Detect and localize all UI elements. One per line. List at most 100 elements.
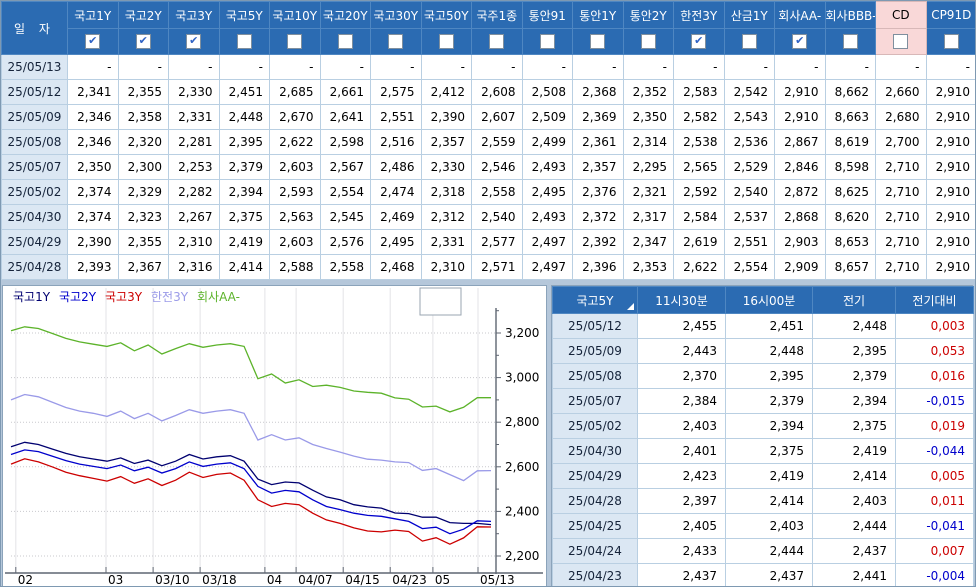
column-checkbox-ktb2y[interactable]: ✔ [135, 34, 151, 49]
date-cell[interactable]: 25/05/12 [1, 79, 68, 105]
yield-value-cell: 2,910 [925, 204, 975, 230]
date-cell[interactable]: 25/05/02 [1, 179, 68, 205]
time1600-cell: 2,444 [725, 538, 813, 564]
column-header-ktb5y[interactable]: 국고5Y [218, 1, 270, 29]
date-cell[interactable]: 25/04/29 [1, 229, 68, 255]
column-checkbox-ktb3y[interactable]: ✔ [186, 34, 202, 49]
column-header-cd[interactable]: CD [875, 1, 927, 29]
yield-value-cell: 2,374 [67, 204, 119, 230]
intraday-header-1[interactable]: 11시30분 [637, 286, 726, 314]
column-checkbox-msb2y[interactable] [640, 34, 656, 49]
x-tick-label: 05/13 [480, 573, 515, 586]
change-cell: 0,016 [895, 363, 974, 389]
column-header-ktb50y[interactable]: 국고50Y [420, 1, 472, 29]
column-checkbox-kdb1y[interactable] [741, 34, 757, 49]
date-cell[interactable]: 25/04/28 [552, 488, 638, 514]
column-checkbox-cp91d[interactable] [943, 34, 959, 49]
column-header-ktb1y[interactable]: 국고1Y [67, 1, 119, 29]
time1130-cell: 2,423 [637, 463, 726, 489]
date-cell[interactable]: 25/05/02 [552, 413, 638, 439]
intraday-header-2[interactable]: 16시00분 [725, 286, 813, 314]
column-header-cp91d[interactable]: CP91D [925, 1, 975, 29]
date-cell[interactable]: 25/04/29 [552, 463, 638, 489]
column-checkbox-msb1y[interactable] [590, 34, 606, 49]
date-cell[interactable]: 25/04/28 [1, 254, 68, 280]
column-header-ktb20y[interactable]: 국고20Y [319, 1, 371, 29]
column-header-msb91[interactable]: 통안91 [521, 1, 573, 29]
prev-cell: 2,437 [812, 538, 896, 564]
yield-value-cell: 2,392 [572, 229, 624, 255]
column-checkbox-corp-aa[interactable]: ✔ [792, 34, 808, 49]
date-cell[interactable]: 25/05/08 [552, 363, 638, 389]
yield-value-cell: 8,598 [824, 154, 876, 180]
intraday-header-0[interactable]: 국고5Y [552, 286, 638, 314]
date-cell[interactable]: 25/05/07 [1, 154, 68, 180]
yield-value-cell: 2,588 [269, 254, 321, 280]
series-line-ktb-1y [10, 441, 492, 526]
date-cell[interactable]: 25/04/30 [552, 438, 638, 464]
column-header-ktb2y[interactable]: 국고2Y [117, 1, 169, 29]
date-column-header[interactable]: 일 자 [1, 1, 68, 55]
column-header-ktb30y[interactable]: 국고30Y [370, 1, 422, 29]
column-header-kdb1y[interactable]: 산금1Y [723, 1, 775, 29]
yield-value-cell: 2,355 [117, 229, 169, 255]
date-cell[interactable]: 25/05/13 [1, 54, 68, 80]
date-cell[interactable]: 25/05/09 [552, 338, 638, 364]
column-header-msb2y[interactable]: 통안2Y [622, 1, 674, 29]
yield-value-cell: 2,910 [925, 154, 975, 180]
series-line-ktb-2y [10, 449, 492, 535]
column-header-corp-bbb[interactable]: 회사BBB- [824, 1, 876, 29]
column-header-nhb1[interactable]: 국주1종 [471, 1, 523, 29]
date-cell[interactable]: 25/04/23 [552, 563, 638, 586]
column-header-kepco3y[interactable]: 한전3Y [673, 1, 725, 29]
checkbox-cell-corp-bbb [824, 28, 876, 55]
column-checkbox-ktb50y[interactable] [438, 34, 454, 49]
date-cell[interactable]: 25/05/07 [552, 388, 638, 414]
yield-row: 25/04/29 2,390 2,355 2,310 2,419 2,603 2,576 2,… [1, 229, 975, 255]
column-checkbox-ktb20y[interactable] [337, 34, 353, 49]
y-tick-label: 2,400 [505, 504, 539, 518]
date-cell[interactable]: 25/05/09 [1, 104, 68, 130]
yield-row: 25/05/12 2,341 2,355 2,330 2,451 2,685 2,661 2,… [1, 79, 975, 105]
prev-cell: 2,448 [812, 313, 896, 339]
column-header-ktb10y[interactable]: 국고10Y [269, 1, 321, 29]
column-checkbox-nhb1[interactable] [489, 34, 505, 49]
date-cell[interactable]: 25/04/25 [552, 513, 638, 539]
x-tick-label: 04 [267, 573, 282, 586]
yield-value-cell: 2,331 [420, 229, 472, 255]
column-checkbox-ktb30y[interactable] [388, 34, 404, 49]
yield-value-cell: 2,685 [269, 79, 321, 105]
date-cell[interactable]: 25/05/08 [1, 129, 68, 155]
intraday-header-4[interactable]: 전기대비 [895, 286, 974, 314]
y-tick-label: 3,000 [505, 371, 539, 385]
column-header-ktb3y[interactable]: 국고3Y [168, 1, 220, 29]
checkbox-cell-ktb50y [420, 28, 472, 55]
column-checkbox-msb91[interactable] [539, 34, 555, 49]
bond-yield-terminal: 일 자 국고1Y 국고2Y 국고3Y 국고5Y 국고10Y 국고20Y 국고30Y 국고50Y 국… [0, 0, 976, 587]
column-header-msb1y[interactable]: 통안1Y [572, 1, 624, 29]
bottom-section: 3,200 3,000 2,800 2,600 2,400 2,200 02 03 03/10 0… [1, 284, 975, 586]
date-cell[interactable]: 25/04/24 [552, 538, 638, 564]
column-checkbox-kepco3y[interactable]: ✔ [691, 34, 707, 49]
yield-value-cell: 2,372 [572, 204, 624, 230]
intraday-row: 25/04/29 2,423 2,419 2,414 0,005 [552, 463, 974, 489]
yield-value-cell: 2,529 [723, 154, 775, 180]
yield-row: 25/05/08 2,346 2,320 2,281 2,395 2,622 2,598 2,… [1, 129, 975, 155]
column-checkbox-ktb1y[interactable]: ✔ [85, 34, 101, 49]
change-cell: 0,019 [895, 413, 974, 439]
date-cell[interactable]: 25/04/30 [1, 204, 68, 230]
column-checkbox-cd[interactable] [893, 34, 909, 49]
column-header-corp-aa[interactable]: 회사AA- [774, 1, 826, 29]
yield-value-cell: 2,331 [168, 104, 220, 130]
intraday-row: 25/05/09 2,443 2,448 2,395 0,053 [552, 338, 974, 364]
column-checkbox-ktb5y[interactable] [236, 34, 252, 49]
yield-value-cell: 2,910 [925, 179, 975, 205]
column-checkbox-corp-bbb[interactable] [842, 34, 858, 49]
yield-value-cell: 2,508 [521, 79, 573, 105]
yield-value-cell: 8,619 [824, 129, 876, 155]
column-checkbox-ktb10y[interactable] [287, 34, 303, 49]
yield-value-cell: 2,390 [420, 104, 472, 130]
date-cell[interactable]: 25/05/12 [552, 313, 638, 339]
intraday-header-3[interactable]: 전기 [812, 286, 896, 314]
yield-value-cell: 2,451 [218, 79, 270, 105]
